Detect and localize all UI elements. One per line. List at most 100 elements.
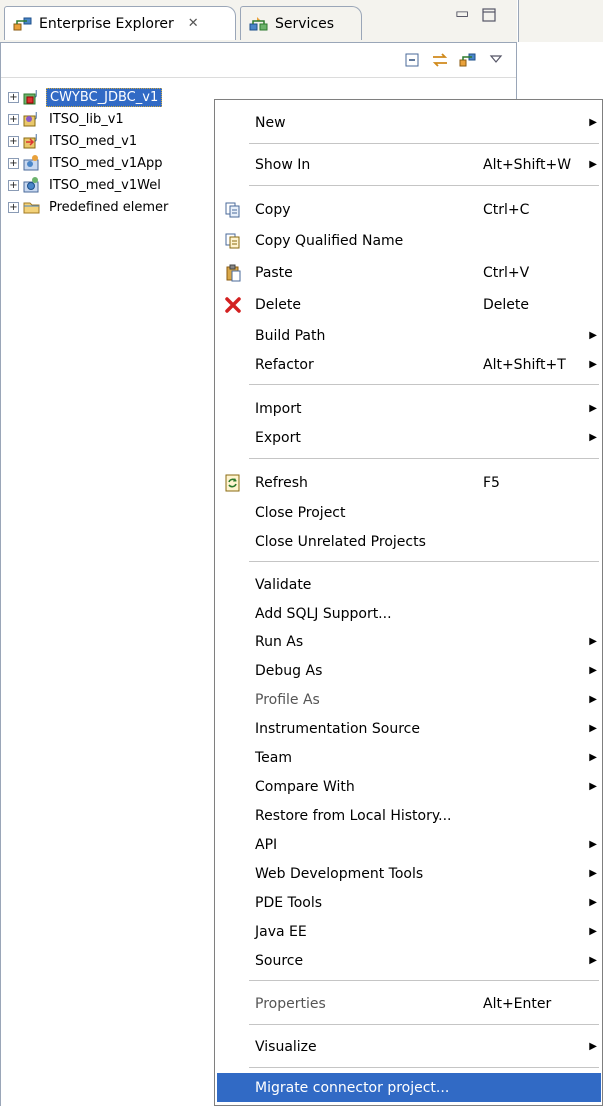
expand-icon[interactable]: + bbox=[8, 91, 19, 103]
menu-item-label: Import bbox=[255, 400, 302, 417]
menu-item-label: Copy bbox=[255, 201, 291, 218]
expand-icon[interactable]: + bbox=[8, 179, 19, 191]
tree-row[interactable]: + J ITSO_lib_v1 bbox=[8, 108, 171, 130]
editor-tab-bar bbox=[518, 0, 603, 42]
minimize-icon[interactable]: ▭ bbox=[455, 4, 469, 22]
tree-row[interactable]: + Predefined elemer bbox=[8, 196, 171, 218]
menu-separator bbox=[249, 1067, 599, 1068]
connector-project-icon: J bbox=[23, 89, 37, 105]
submenu-arrow-icon: ▶ bbox=[589, 359, 597, 370]
menu-item-label: Paste bbox=[255, 264, 293, 281]
menu-item-label: Add SQLJ Support... bbox=[255, 605, 392, 622]
tab-label: Services bbox=[275, 15, 335, 32]
menu-item-web-development-tools[interactable]: Web Development Tools ▶ bbox=[217, 859, 601, 888]
submenu-arrow-icon: ▶ bbox=[589, 159, 597, 170]
tree-row[interactable]: + J CWYBC_JDBC_v1 bbox=[8, 86, 171, 108]
submenu-arrow-icon: ▶ bbox=[589, 432, 597, 443]
project-explorer-icon[interactable] bbox=[459, 51, 477, 69]
menu-item-shortcut: F5 bbox=[483, 474, 500, 491]
menu-item-new[interactable]: New ▶ bbox=[217, 108, 601, 137]
menu-item-label: Web Development Tools bbox=[255, 865, 424, 882]
folder-icon bbox=[23, 202, 40, 214]
menu-item-copy[interactable]: Copy Ctrl+C bbox=[217, 195, 601, 224]
submenu-arrow-icon: ▶ bbox=[589, 897, 597, 908]
tree-item-label: ITSO_med_v1Wel bbox=[49, 177, 161, 193]
refresh-icon bbox=[223, 473, 243, 493]
menu-item-shortcut: Alt+Enter bbox=[483, 995, 552, 1012]
menu-item-import[interactable]: Import ▶ bbox=[217, 394, 601, 423]
submenu-arrow-icon: ▶ bbox=[589, 636, 597, 647]
copy-icon bbox=[223, 200, 243, 220]
tab-services[interactable]: Services bbox=[240, 6, 362, 40]
menu-item-show-in[interactable]: Show In Alt+Shift+W ▶ bbox=[217, 150, 601, 179]
link-with-editor-icon[interactable] bbox=[431, 51, 449, 69]
menu-item-label: Copy Qualified Name bbox=[255, 232, 404, 249]
expand-icon[interactable]: + bbox=[8, 113, 19, 125]
svg-text:J: J bbox=[34, 133, 37, 142]
menu-item-label: Close Project bbox=[255, 504, 346, 521]
menu-item-build-path[interactable]: Build Path ▶ bbox=[217, 321, 601, 350]
menu-separator bbox=[249, 143, 599, 144]
menu-item-shortcut: Ctrl+V bbox=[483, 264, 530, 281]
menu-item-close-unrelated-projects[interactable]: Close Unrelated Projects bbox=[217, 527, 601, 556]
menu-item-refresh[interactable]: Refresh F5 bbox=[217, 468, 601, 497]
submenu-arrow-icon: ▶ bbox=[589, 403, 597, 414]
tab-label: Enterprise Explorer bbox=[39, 15, 174, 32]
menu-item-shortcut: Alt+Shift+W bbox=[483, 156, 572, 173]
menu-item-visualize[interactable]: Visualize ▶ bbox=[217, 1032, 601, 1061]
menu-item-validate[interactable]: Validate bbox=[217, 570, 601, 599]
menu-item-instrumentation-source[interactable]: Instrumentation Source ▶ bbox=[217, 714, 601, 743]
tree-row[interactable]: + ITSO_med_v1Wel bbox=[8, 174, 171, 196]
close-icon[interactable]: ✕ bbox=[188, 16, 199, 31]
menu-separator bbox=[249, 384, 599, 385]
submenu-arrow-icon: ▶ bbox=[589, 1041, 597, 1052]
menu-item-restore-from-local-history[interactable]: Restore from Local History... bbox=[217, 801, 601, 830]
menu-item-paste[interactable]: Paste Ctrl+V bbox=[217, 258, 601, 287]
enterprise-explorer-icon bbox=[13, 17, 32, 30]
menu-item-export[interactable]: Export ▶ bbox=[217, 423, 601, 452]
menu-item-source[interactable]: Source ▶ bbox=[217, 946, 601, 975]
menu-item-run-as[interactable]: Run As ▶ bbox=[217, 627, 601, 656]
submenu-arrow-icon: ▶ bbox=[589, 781, 597, 792]
menu-item-shortcut: Alt+Shift+T bbox=[483, 356, 566, 373]
menu-item-delete[interactable]: Delete Delete bbox=[217, 290, 601, 319]
menu-separator bbox=[249, 458, 599, 459]
maximize-icon[interactable] bbox=[482, 8, 496, 22]
view-toolbar bbox=[0, 42, 517, 78]
tree-item-label: ITSO_med_v1 bbox=[49, 133, 138, 149]
tree-row[interactable]: + ITSO_med_v1App bbox=[8, 152, 171, 174]
submenu-arrow-icon: ▶ bbox=[589, 955, 597, 966]
menu-separator bbox=[249, 185, 599, 186]
tree-row[interactable]: + J ITSO_med_v1 bbox=[8, 130, 171, 152]
menu-item-migrate-connector-project[interactable]: Migrate connector project... bbox=[217, 1073, 601, 1102]
menu-item-debug-as[interactable]: Debug As ▶ bbox=[217, 656, 601, 685]
menu-item-label: Delete bbox=[255, 296, 301, 313]
menu-item-add-sqlj-support[interactable]: Add SQLJ Support... bbox=[217, 599, 601, 628]
services-icon bbox=[249, 16, 268, 30]
project-tree: + J CWYBC_JDBC_v1 + J ITSO_lib_v1 + J IT… bbox=[8, 86, 171, 218]
menu-item-profile-as[interactable]: Profile As ▶ bbox=[217, 685, 601, 714]
menu-item-label: Instrumentation Source bbox=[255, 720, 420, 737]
view-menu-icon[interactable] bbox=[487, 51, 505, 69]
expand-icon[interactable]: + bbox=[8, 201, 19, 213]
collapse-all-icon[interactable] bbox=[403, 51, 421, 69]
menu-item-pde-tools[interactable]: PDE Tools ▶ bbox=[217, 888, 601, 917]
menu-item-team[interactable]: Team ▶ bbox=[217, 743, 601, 772]
expand-icon[interactable]: + bbox=[8, 157, 19, 169]
menu-item-label: Migrate connector project... bbox=[255, 1079, 450, 1096]
tab-enterprise-explorer[interactable]: Enterprise Explorer ✕ bbox=[4, 6, 236, 40]
menu-item-compare-with[interactable]: Compare With ▶ bbox=[217, 772, 601, 801]
menu-item-api[interactable]: API ▶ bbox=[217, 830, 601, 859]
menu-item-label: Compare With bbox=[255, 778, 355, 795]
menu-item-label: Run As bbox=[255, 633, 304, 650]
menu-item-close-project[interactable]: Close Project bbox=[217, 498, 601, 527]
menu-separator bbox=[249, 1024, 599, 1025]
menu-item-copy-qualified-name[interactable]: Copy Qualified Name bbox=[217, 226, 601, 255]
expand-icon[interactable]: + bbox=[8, 135, 19, 147]
menu-item-label: Close Unrelated Projects bbox=[255, 533, 426, 550]
menu-item-properties[interactable]: Properties Alt+Enter bbox=[217, 989, 601, 1018]
menu-item-refactor[interactable]: Refactor Alt+Shift+T ▶ bbox=[217, 350, 601, 379]
menu-item-java-ee[interactable]: Java EE ▶ bbox=[217, 917, 601, 946]
menu-item-label: API bbox=[255, 836, 278, 853]
menu-item-label: Build Path bbox=[255, 327, 326, 344]
